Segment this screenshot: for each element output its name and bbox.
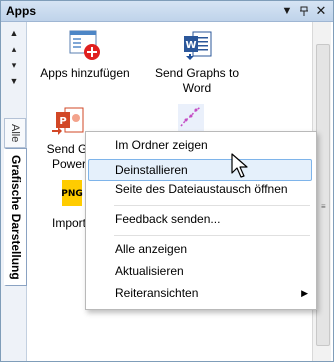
menu-item-im-ordner-zeigen[interactable]: Im Ordner zeigen xyxy=(88,134,312,156)
submenu-arrow-icon: ▶ xyxy=(301,288,308,298)
menu-item-label: Alle anzeigen xyxy=(115,242,188,256)
panel-titlebar: Apps ▼ ✕ xyxy=(1,1,333,22)
menu-item-reiteransichten[interactable]: Reiteransichten ▶ xyxy=(88,282,312,304)
menu-item-label: Feedback senden... xyxy=(115,212,221,226)
app-label: Send Graphs to xyxy=(154,66,240,80)
menu-item-aktualisieren[interactable]: Aktualisieren xyxy=(88,260,312,282)
menu-item-label: Aktualisieren xyxy=(115,264,184,278)
scroll-down-small-icon[interactable]: ▾ xyxy=(7,58,21,72)
menu-item-alle-anzeigen[interactable]: Alle anzeigen xyxy=(88,238,312,260)
close-icon[interactable]: ✕ xyxy=(313,3,329,19)
app-label: Apps hinzufügen xyxy=(40,66,130,80)
scroll-up-icon[interactable]: ▲ xyxy=(7,26,21,40)
png-icon: PNG xyxy=(52,178,86,212)
scroll-down-icon[interactable]: ▼ xyxy=(7,74,21,88)
menu-item-feedback-senden[interactable]: Feedback senden... xyxy=(88,208,312,230)
svg-text:W: W xyxy=(185,40,196,51)
app-label-line2: Word xyxy=(182,81,212,95)
scroll-up-small-icon[interactable]: ▴ xyxy=(7,42,21,56)
powerpoint-icon: P xyxy=(52,104,86,138)
panel-title: Apps xyxy=(6,4,36,18)
menu-item-label: Seite des Dateiaustausch öffnen xyxy=(115,182,288,196)
menu-item-label: Reiteransichten xyxy=(115,286,199,300)
svg-text:PNG: PNG xyxy=(61,189,83,199)
menu-separator xyxy=(114,235,310,236)
grip-icon: ≡ xyxy=(321,202,326,211)
menu-separator xyxy=(114,205,310,206)
svg-text:P: P xyxy=(59,116,66,127)
word-icon: W xyxy=(180,28,214,62)
app-apps-hinzufuegen[interactable]: Apps hinzufügen xyxy=(25,28,145,81)
apps-add-icon xyxy=(68,28,102,62)
menu-item-label: Im Ordner zeigen xyxy=(115,138,208,152)
pin-icon[interactable] xyxy=(296,3,312,19)
triangle-down-icon[interactable]: ▼ xyxy=(279,3,295,19)
menu-item-seite-des-dateiaustausch[interactable]: Seite des Dateiaustausch öffnen xyxy=(88,178,312,200)
scroll-thumb[interactable]: ≡ xyxy=(316,44,330,346)
mouse-cursor-icon xyxy=(231,153,251,179)
context-menu: Im Ordner zeigen Deinstallieren Seite de… xyxy=(85,131,317,310)
app-send-graphs-to-word[interactable]: W Send Graphs to Word xyxy=(137,28,257,96)
menu-item-label: Deinstallieren xyxy=(115,163,188,177)
chart-app-icon[interactable] xyxy=(178,104,204,132)
